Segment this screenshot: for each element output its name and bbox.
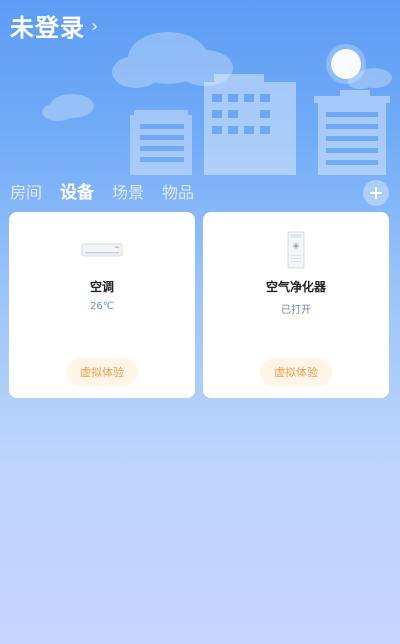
air-conditioner-icon	[81, 230, 123, 270]
tab-rooms[interactable]: 房间	[10, 179, 42, 203]
category-tabs: 房间 设备 场景 物品	[10, 178, 194, 203]
device-name: 空调	[89, 280, 114, 294]
tab-items[interactable]: 物品	[162, 179, 194, 203]
virtual-experience-button[interactable]: 虚拟体验	[66, 358, 138, 386]
chevron-right-icon: ›	[91, 16, 99, 37]
plus-icon	[370, 187, 382, 199]
tab-devices[interactable]: 设备	[60, 178, 94, 203]
air-purifier-icon	[286, 230, 306, 270]
device-status: 已打开	[281, 305, 311, 316]
virtual-experience-button[interactable]: 虚拟体验	[260, 358, 332, 386]
device-name: 空气净化器	[265, 280, 326, 294]
device-status: 26℃	[90, 301, 114, 312]
add-device-button[interactable]	[363, 180, 389, 206]
device-card-air-conditioner[interactable]: 空调 26℃ 虚拟体验	[9, 212, 195, 398]
device-card-air-purifier[interactable]: 空气净化器 已打开 虚拟体验	[203, 212, 389, 398]
login-header[interactable]: 未登录 ›	[10, 8, 98, 43]
tab-scenes[interactable]: 场景	[112, 179, 144, 203]
login-status-title: 未登录	[10, 14, 85, 42]
